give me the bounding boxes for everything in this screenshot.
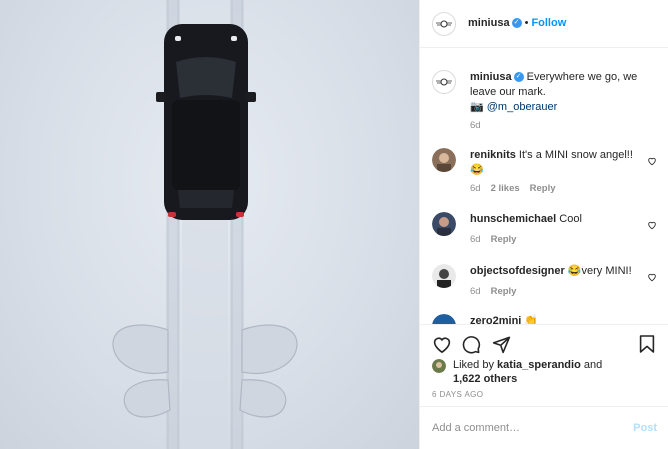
- avatar[interactable]: [432, 314, 456, 324]
- comment-text: 👏: [524, 315, 539, 325]
- avatar[interactable]: [432, 148, 456, 172]
- comments-list[interactable]: miniusa ✓ Everywhere we go, we leave our …: [420, 48, 668, 325]
- avatar[interactable]: [432, 359, 446, 373]
- post-button[interactable]: Post: [633, 422, 657, 434]
- snow-scene: [112, 0, 298, 449]
- comment-icon[interactable]: [462, 335, 481, 354]
- mini-logo-icon: [436, 78, 452, 86]
- comment-username[interactable]: hunschemichael: [470, 213, 556, 225]
- avatar[interactable]: [432, 212, 456, 236]
- comment-time[interactable]: 6d: [470, 286, 481, 297]
- mini-logo-icon: [436, 20, 452, 28]
- comment-username[interactable]: objectsofdesigner: [470, 265, 565, 277]
- bookmark-icon[interactable]: [639, 334, 655, 354]
- comment-time[interactable]: 6d: [470, 234, 481, 245]
- heart-icon[interactable]: [432, 335, 452, 353]
- avatar[interactable]: [432, 70, 456, 94]
- verified-icon: ✓: [511, 18, 522, 29]
- comment-text: Cool: [559, 213, 582, 225]
- heart-icon[interactable]: [647, 272, 657, 282]
- verified-icon: ✓: [513, 72, 524, 83]
- avatar[interactable]: [432, 12, 456, 36]
- heart-icon[interactable]: [647, 156, 657, 166]
- comment-text: 😂very MINI!: [567, 265, 632, 277]
- likes-summary: Liked by katia_sperandio and 1,622 other…: [432, 358, 657, 386]
- header-username[interactable]: miniusa: [468, 17, 510, 29]
- heart-icon[interactable]: [647, 220, 657, 230]
- action-bar: [432, 333, 657, 355]
- caption-credit[interactable]: @m_oberauer: [487, 101, 557, 113]
- separator-dot: •: [524, 17, 529, 29]
- comment-username[interactable]: zero2mini: [470, 315, 521, 324]
- comment-input[interactable]: Add a comment…: [432, 422, 520, 434]
- post-sidebar: miniusa ✓ • Follow miniusa ✓ Everywhere we g…: [419, 0, 668, 449]
- likes-user[interactable]: katia_sperandio: [497, 359, 581, 371]
- avatar[interactable]: [432, 264, 456, 288]
- post-date[interactable]: 6 DAYS AGO: [432, 390, 483, 399]
- post-image[interactable]: [0, 0, 419, 449]
- camera-icon: 📷: [470, 101, 484, 113]
- caption-meta: 6d: [470, 120, 491, 131]
- follow-button[interactable]: Follow: [531, 17, 566, 29]
- caption-username[interactable]: miniusa: [470, 71, 512, 83]
- reply-button[interactable]: Reply: [491, 234, 517, 245]
- add-comment-bar: Add a comment… Post: [420, 406, 668, 449]
- likes-count[interactable]: 1,622 others: [453, 373, 517, 385]
- likes-prefix: Liked by: [453, 359, 494, 371]
- car-image: [156, 24, 256, 220]
- likes-and: and: [583, 359, 603, 371]
- reply-button[interactable]: Reply: [491, 286, 517, 297]
- reply-button[interactable]: Reply: [530, 183, 556, 194]
- post-header: miniusa ✓ • Follow: [420, 0, 668, 48]
- comment-username[interactable]: reniknits: [470, 149, 516, 161]
- comment-time[interactable]: 6d: [470, 183, 481, 194]
- comment-likes[interactable]: 2 likes: [491, 183, 520, 194]
- share-icon[interactable]: [492, 335, 511, 354]
- caption-time[interactable]: 6d: [470, 120, 481, 131]
